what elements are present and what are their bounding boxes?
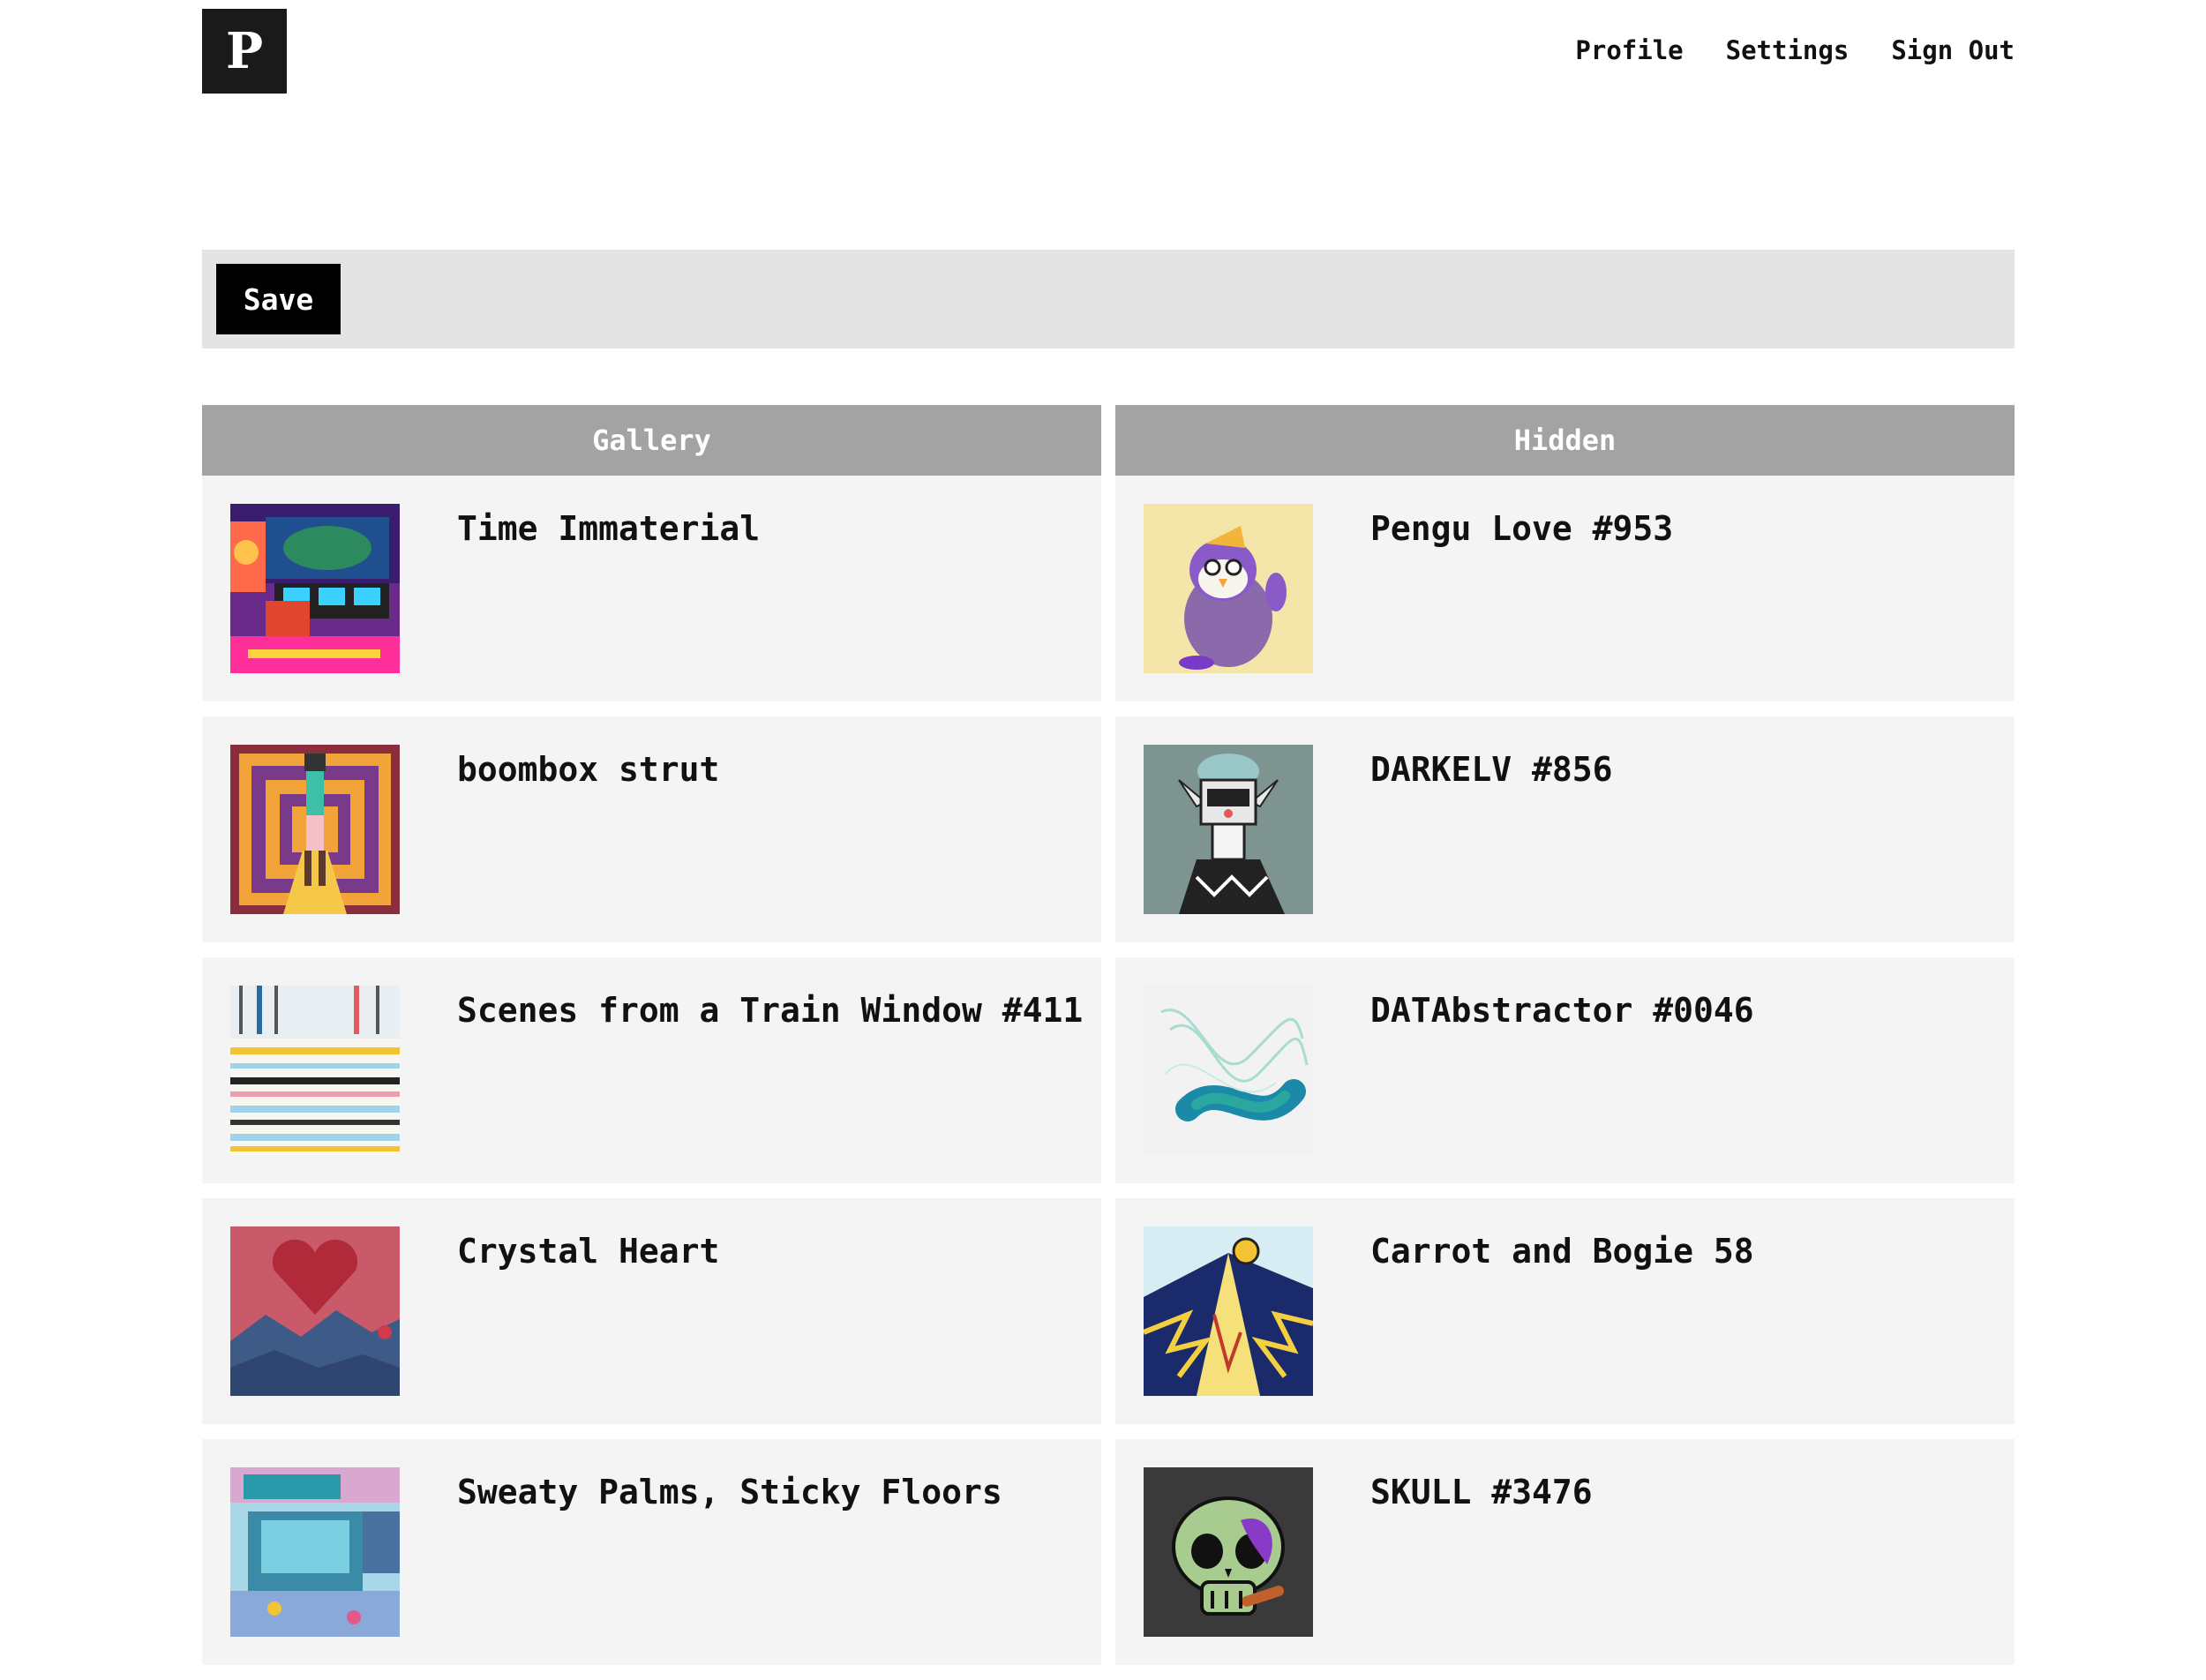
- logo[interactable]: P: [202, 9, 287, 94]
- hidden-item[interactable]: DARKELV #856: [1115, 716, 2015, 942]
- gallery-item[interactable]: Sweaty Palms, Sticky Floors: [202, 1439, 1101, 1665]
- nav-profile-link[interactable]: Profile: [1575, 35, 1683, 65]
- boombox-corridor-art-thumbnail: [230, 745, 400, 914]
- nav-settings-link[interactable]: Settings: [1726, 35, 1850, 65]
- gallery-header: Gallery: [202, 405, 1101, 476]
- item-title: Sweaty Palms, Sticky Floors: [457, 1473, 1002, 1511]
- crystal-heart-art-thumbnail: [230, 1226, 400, 1396]
- gallery-item[interactable]: Crystal Heart: [202, 1198, 1101, 1424]
- carrot-bogie-art-thumbnail: [1144, 1226, 1313, 1396]
- item-title: Carrot and Bogie 58: [1370, 1232, 1754, 1271]
- hidden-header: Hidden: [1115, 405, 2015, 476]
- top-bar: P Profile Settings Sign Out: [202, 9, 2015, 95]
- nav-sign-out-link[interactable]: Sign Out: [1891, 35, 2015, 65]
- gallery-column[interactable]: Gallery Time Immaterial boombox strut Sc…: [202, 405, 1101, 1680]
- item-title: DATAbstractor #0046: [1370, 991, 1754, 1030]
- top-nav: Profile Settings Sign Out: [1575, 35, 2015, 65]
- arcade-art-thumbnail: [230, 1467, 400, 1637]
- item-title: boombox strut: [457, 750, 720, 789]
- abstract-ribbon-art-thumbnail: [1144, 986, 1313, 1155]
- item-title: Crystal Heart: [457, 1232, 720, 1271]
- save-button[interactable]: Save: [216, 264, 341, 334]
- item-title: Scenes from a Train Window #411: [457, 991, 1084, 1030]
- gallery-item[interactable]: Time Immaterial: [202, 476, 1101, 701]
- item-title: Pengu Love #953: [1370, 509, 1674, 548]
- hidden-column[interactable]: Hidden Pengu Love #953 DARKELV #856 DATA…: [1115, 405, 2015, 1680]
- gallery-item[interactable]: Scenes from a Train Window #411: [202, 957, 1101, 1183]
- penguin-art-thumbnail: [1144, 504, 1313, 673]
- hidden-item[interactable]: DATAbstractor #0046: [1115, 957, 2015, 1183]
- gallery-item[interactable]: boombox strut: [202, 716, 1101, 942]
- hidden-item[interactable]: Pengu Love #953: [1115, 476, 2015, 701]
- item-title: SKULL #3476: [1370, 1473, 1593, 1511]
- hidden-item[interactable]: Carrot and Bogie 58: [1115, 1198, 2015, 1424]
- hidden-item[interactable]: SKULL #3476: [1115, 1439, 2015, 1665]
- item-title: Time Immaterial: [457, 509, 761, 548]
- dark-elf-art-thumbnail: [1144, 745, 1313, 914]
- train-window-art-thumbnail: [230, 986, 400, 1155]
- item-title: DARKELV #856: [1370, 750, 1613, 789]
- save-toolbar: Save: [202, 250, 2015, 349]
- skull-art-thumbnail: [1144, 1467, 1313, 1637]
- retro-room-art-thumbnail: [230, 504, 400, 673]
